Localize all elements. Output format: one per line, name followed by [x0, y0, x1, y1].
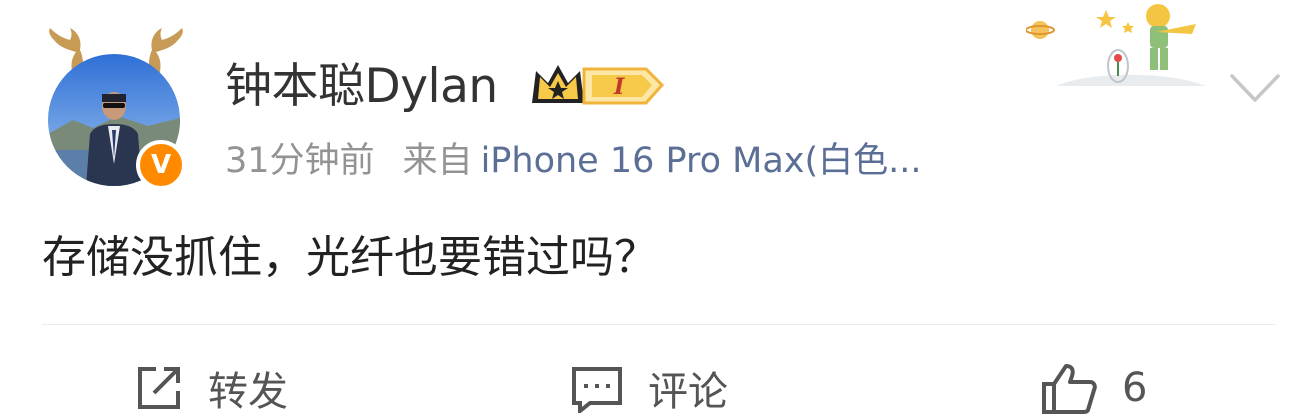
chevron-down-icon[interactable] [1228, 70, 1282, 106]
like-icon [1042, 364, 1097, 414]
post-meta: 31分钟前 来自 iPhone 16 Pro Max(白色... [225, 136, 922, 186]
divider [42, 324, 1276, 325]
avatar-area[interactable]: V [40, 26, 190, 196]
verified-v-icon: V [136, 140, 186, 190]
svg-text:I: I [613, 74, 625, 100]
little-prince-decoration [1026, 4, 1206, 86]
post-text: 存储没抓住，光纤也要错过吗？ [42, 232, 658, 283]
repost-label: 转发 [208, 369, 288, 415]
repost-icon [138, 367, 180, 409]
comment-icon [572, 367, 622, 413]
comment-button[interactable]: 评论 [570, 358, 728, 418]
like-button[interactable]: 6 [1040, 358, 1147, 418]
like-count: 6 [1122, 365, 1148, 411]
username[interactable]: 钟本聪Dylan [225, 55, 498, 119]
crown-icon[interactable]: I [528, 55, 668, 111]
repost-button[interactable]: 转发 [134, 358, 288, 418]
post-source[interactable]: iPhone 16 Pro Max(白色... [481, 141, 922, 181]
post-time: 31分钟前 [225, 141, 375, 181]
from-label: 来自 [402, 141, 473, 181]
comment-label: 评论 [648, 369, 728, 415]
